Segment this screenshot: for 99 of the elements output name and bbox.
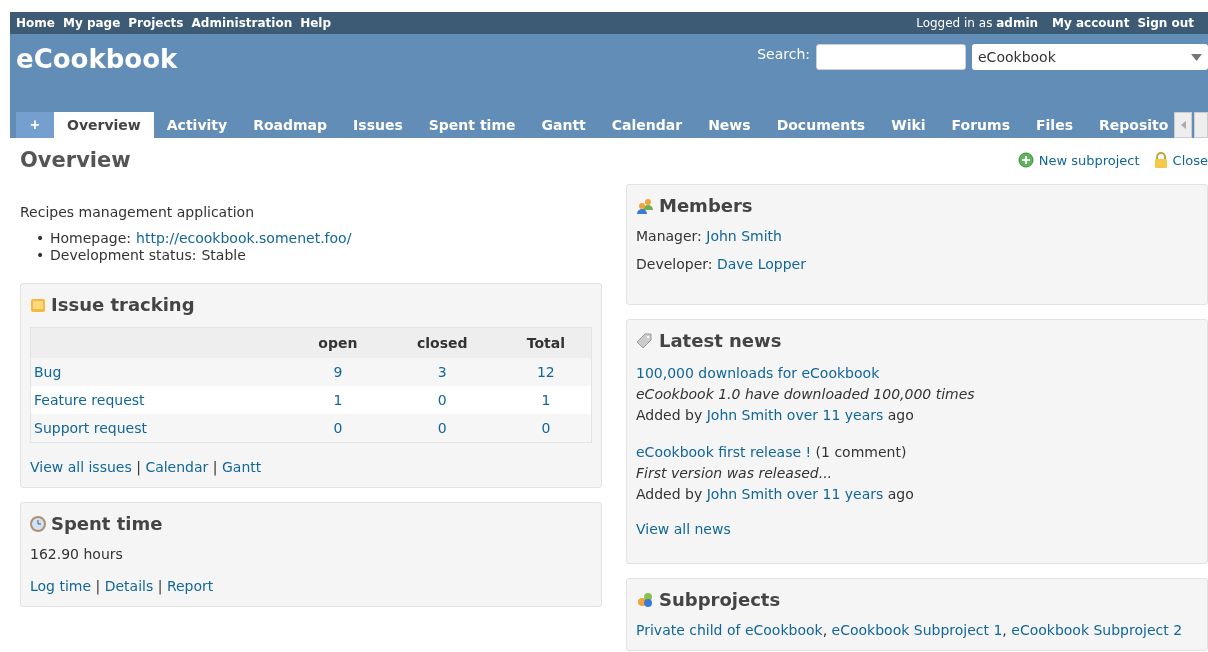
tab[interactable]: Wiki [878, 112, 939, 138]
tracker-link[interactable]: Support request [34, 420, 147, 436]
separator: | [95, 578, 101, 594]
subproject-link[interactable]: eCookbook Subproject 1 [831, 622, 1003, 638]
view-all-news-link[interactable]: View all news [636, 521, 731, 537]
spent-hours: 162.90 hours [30, 546, 124, 562]
news-summary: First version was released... [636, 465, 833, 481]
tab[interactable]: Overview [54, 112, 154, 138]
scroll-left-button[interactable] [1174, 112, 1192, 138]
time-link[interactable]: Report [166, 578, 214, 594]
issues-link[interactable]: Gantt [221, 459, 262, 475]
clock-icon [30, 515, 46, 532]
bullet: • [36, 247, 45, 263]
top-menu-link[interactable]: My page [62, 16, 121, 30]
count-link[interactable]: 12 [536, 364, 555, 380]
panel-title: Spent time [51, 513, 163, 534]
add-icon [1017, 152, 1034, 168]
count-link[interactable]: 1 [541, 392, 551, 408]
count-link[interactable]: 1 [333, 392, 343, 408]
top-menu-link[interactable]: Home [16, 16, 55, 30]
count-link[interactable]: 0 [437, 420, 447, 436]
member-link[interactable]: Dave Lopper [716, 256, 806, 272]
panel-title: Members [659, 195, 753, 216]
tab[interactable]: Calendar [598, 112, 696, 138]
left-arrow-icon [1180, 121, 1186, 129]
count-link[interactable]: 0 [541, 420, 551, 436]
tab[interactable]: Issues [340, 112, 416, 138]
account-link[interactable]: Sign out [1137, 16, 1194, 30]
project-description: Recipes management application [20, 204, 255, 220]
subproject-link[interactable]: eCookbook Subproject 2 [1011, 622, 1183, 638]
contextual-link[interactable]: New subproject [1017, 152, 1140, 168]
age-link[interactable]: over 11 years [786, 407, 884, 423]
project-select[interactable]: eCookbook [972, 44, 1208, 70]
ago-label: ago [887, 407, 914, 423]
time-link[interactable]: Details [104, 578, 154, 594]
author-link[interactable]: John Smith [706, 407, 783, 423]
count-link[interactable]: 3 [437, 364, 447, 380]
tab[interactable]: Gantt [528, 112, 599, 138]
column-header: Total [500, 327, 592, 358]
time-link[interactable]: Log time [30, 578, 92, 594]
tab[interactable]: Files [1023, 112, 1086, 138]
comma: , [822, 622, 828, 638]
ago-label: ago [887, 486, 914, 502]
separator: | [212, 459, 218, 475]
tab[interactable]: News [695, 112, 764, 138]
news-title-link[interactable]: 100,000 downloads for eCookbook [636, 365, 880, 381]
count-link[interactable]: 9 [333, 364, 343, 380]
homepage-link[interactable]: http://ecookbook.somenet.foo/ [136, 230, 352, 246]
info-label: Development status: [50, 247, 197, 263]
member-entry: Manager: John Smith [636, 228, 783, 244]
top-menu-link[interactable]: Projects [128, 16, 184, 30]
panel-title: Subprojects [659, 589, 781, 610]
panel-title: Issue tracking [51, 294, 195, 315]
people-icon [636, 197, 654, 214]
info-value: Stable [201, 247, 246, 263]
count-link[interactable]: 0 [333, 420, 343, 436]
separator: | [157, 578, 163, 594]
age-link[interactable]: over 11 years [786, 486, 884, 502]
top-menu-link[interactable]: Help [300, 16, 332, 30]
note-icon [30, 296, 46, 313]
added-by-label: Added by [636, 486, 703, 502]
circles-icon [636, 591, 654, 608]
comma: , [1002, 622, 1007, 638]
tag-icon [636, 332, 654, 349]
tracker-link[interactable]: Bug [34, 364, 62, 380]
subproject-link[interactable]: Private child of eCookbook [636, 622, 823, 638]
search-label: Search: [757, 46, 810, 62]
tab[interactable]: Documents [763, 112, 879, 138]
top-menu-link[interactable]: Administration [191, 16, 293, 30]
separator: | [136, 459, 141, 475]
tab[interactable]: Activity [153, 112, 241, 138]
issues-link[interactable]: View all issues [30, 459, 132, 475]
column-header: closed [383, 327, 501, 358]
info-label: Homepage: [50, 230, 132, 246]
news-summary: eCookbook 1.0 have downloaded 100,000 times [636, 386, 975, 402]
member-link[interactable]: John Smith [706, 228, 782, 244]
tab[interactable]: Roadmap [240, 112, 341, 138]
column-header: open [292, 327, 384, 358]
page-title: Overview [20, 148, 131, 172]
tab[interactable]: Forums [938, 112, 1023, 138]
panel-title: Latest news [659, 330, 782, 351]
comment-count: (1 comment) [815, 444, 907, 460]
tab[interactable]: Spent time [415, 112, 529, 138]
caret-icon [1191, 53, 1202, 61]
bullet: • [36, 230, 45, 246]
news-title-link[interactable]: eCookbook first release ! [636, 444, 812, 460]
scroll-right-button[interactable] [1194, 112, 1208, 138]
member-entry: Developer: Dave Lopper [636, 256, 807, 272]
search-field[interactable] [816, 44, 966, 70]
lock-icon [1153, 152, 1168, 168]
author-link[interactable]: John Smith [706, 486, 783, 502]
account-link[interactable]: My account [1052, 16, 1130, 30]
contextual-link[interactable]: Close [1153, 152, 1208, 168]
count-link[interactable]: 0 [437, 392, 447, 408]
added-by-label: Added by [636, 407, 703, 423]
logged-in-label: Logged in as admin [916, 16, 1039, 30]
tab[interactable]: Reposito [1086, 112, 1174, 138]
project-title: eCookbook [16, 44, 178, 74]
issues-link[interactable]: Calendar [145, 459, 209, 475]
